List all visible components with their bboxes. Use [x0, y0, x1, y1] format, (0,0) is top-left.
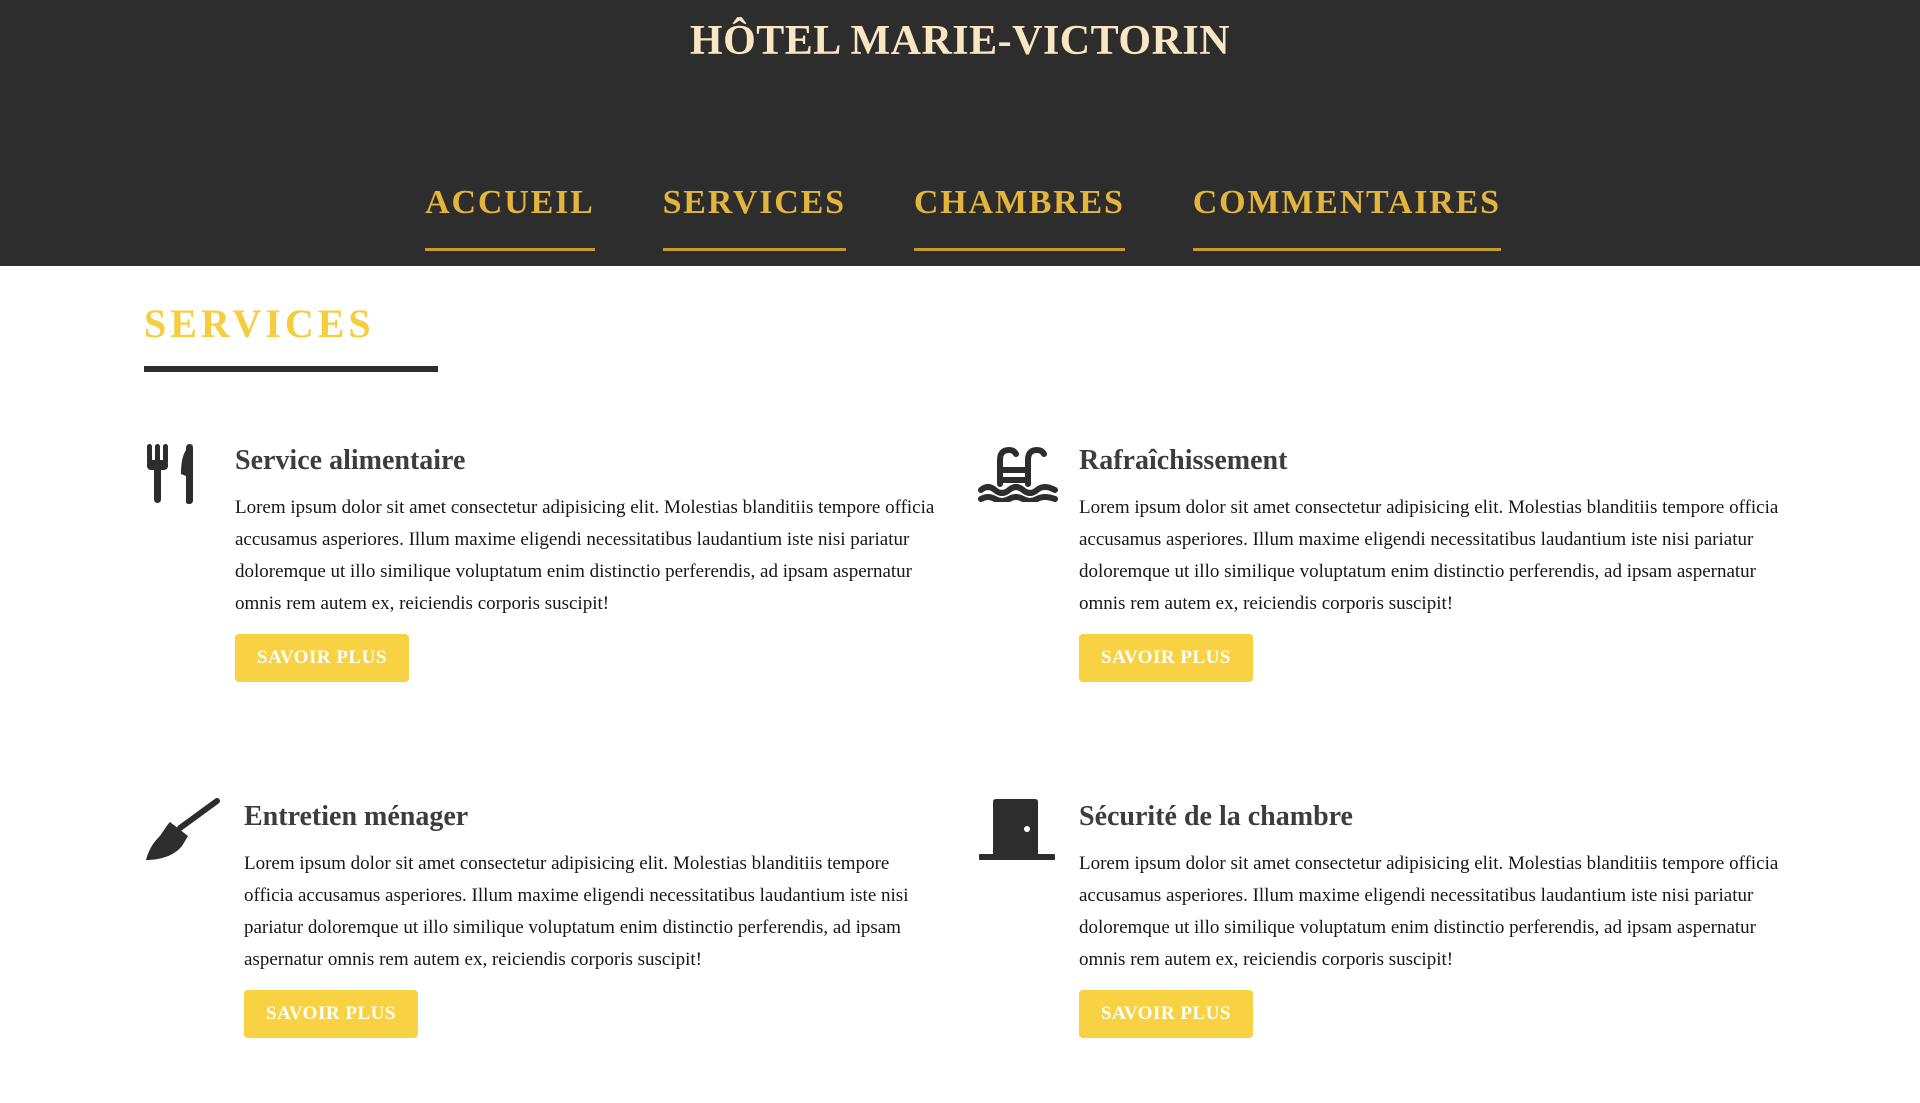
utensils-icon: [144, 442, 224, 512]
savoir-plus-button[interactable]: SAVOIR PLUS: [235, 634, 409, 682]
service-title: Entretien ménager: [244, 801, 469, 832]
main-nav: ACCUEIL SERVICES CHAMBRES COMMENTAIRES: [0, 180, 1920, 251]
door-closed-icon: [978, 798, 1058, 868]
service-description: Lorem ipsum dolor sit amet consectetur a…: [244, 853, 909, 970]
service-title: Rafraîchissement: [1079, 445, 1288, 476]
nav-link-chambres[interactable]: CHAMBRES: [913, 180, 1125, 251]
service-description: Lorem ipsum dolor sit amet consectetur a…: [1079, 497, 1779, 614]
site-header: HÔTEL MARIE-VICTORIN ACCUEIL SERVICES CH…: [0, 0, 1920, 266]
service-body: Sécurité de la chambre Lorem ipsum dolor…: [1079, 798, 1779, 1038]
service-title: Sécurité de la chambre: [1079, 801, 1353, 832]
section-title: SERVICES: [144, 301, 375, 346]
service-title: Service alimentaire: [235, 445, 466, 476]
nav-link-accueil[interactable]: ACCUEIL: [425, 180, 595, 251]
service-body: Rafraîchissement Lorem ipsum dolor sit a…: [1079, 442, 1779, 682]
service-description: Lorem ipsum dolor sit amet consectetur a…: [235, 497, 935, 614]
section-title-underline: [144, 366, 438, 372]
savoir-plus-button[interactable]: SAVOIR PLUS: [1079, 634, 1253, 682]
swimming-pool-icon: [978, 442, 1058, 512]
nav-link-services[interactable]: SERVICES: [662, 180, 846, 251]
hotel-brand[interactable]: HÔTEL MARIE-VICTORIN: [0, 14, 1920, 68]
savoir-plus-button[interactable]: SAVOIR PLUS: [1079, 990, 1253, 1038]
savoir-plus-button[interactable]: SAVOIR PLUS: [244, 990, 418, 1038]
service-body: Entretien ménager Lorem ipsum dolor sit …: [244, 798, 932, 1038]
service-description: Lorem ipsum dolor sit amet consectetur a…: [1079, 853, 1779, 970]
nav-link-commentaires[interactable]: COMMENTAIRES: [1192, 180, 1501, 251]
broom-icon: [144, 798, 224, 868]
service-body: Service alimentaire Lorem ipsum dolor si…: [235, 442, 935, 682]
